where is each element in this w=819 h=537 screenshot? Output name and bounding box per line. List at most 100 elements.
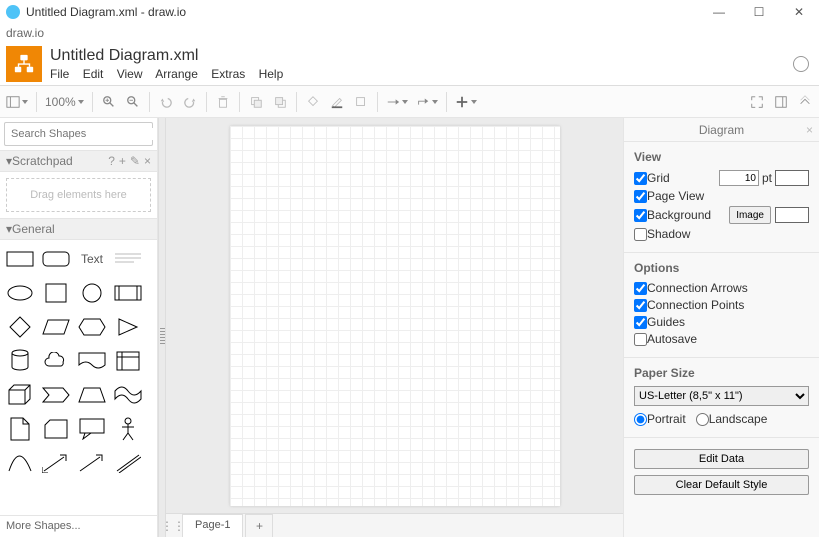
shape-hexagon[interactable] [78,317,106,337]
add-page-button[interactable]: + [245,514,273,537]
shape-triangle[interactable] [114,317,142,337]
tabs-drag-icon[interactable]: ⋮⋮ [166,519,180,533]
shape-arrow[interactable] [78,453,106,473]
paper-heading: Paper Size [634,366,809,380]
collapse-button[interactable] [793,90,817,114]
scratchpad-header[interactable]: ▾ Scratchpad ?+✎× [0,150,157,172]
general-header[interactable]: ▾ General [0,218,157,240]
undo-button[interactable] [154,90,178,114]
plus-icon[interactable]: + [119,154,126,168]
layout-dropdown[interactable] [2,90,32,114]
shape-line[interactable] [114,453,142,473]
more-shapes-button[interactable]: More Shapes... [0,515,157,537]
shape-cube[interactable] [6,385,34,405]
shape-text[interactable]: Text [78,249,106,269]
search-input[interactable] [11,128,153,140]
minimize-button[interactable]: — [699,0,739,24]
document-title: Untitled Diagram.xml [50,47,293,65]
menu-view[interactable]: View [117,67,143,81]
redo-button[interactable] [178,90,202,114]
image-button[interactable]: Image [729,206,771,224]
close-icon[interactable]: × [806,123,813,137]
splitter-left[interactable] [158,118,166,537]
menu-edit[interactable]: Edit [83,67,104,81]
page-tab[interactable]: Page-1 [182,514,243,537]
menu-help[interactable]: Help [259,67,284,81]
bg-color-swatch[interactable] [775,207,809,223]
edit-data-button[interactable]: Edit Data [634,449,809,469]
connection-button[interactable] [382,90,412,114]
close-icon[interactable]: × [144,154,151,168]
grid-color-swatch[interactable] [775,170,809,186]
shape-bidir-arrow[interactable] [42,453,70,473]
insert-button[interactable] [451,90,481,114]
format-panel-title: Diagram× [624,118,819,142]
zoom-out-button[interactable] [121,90,145,114]
title-bar: Untitled Diagram.xml - draw.io — ☐ ✕ [0,0,819,24]
waypoint-button[interactable] [412,90,442,114]
grid-checkbox[interactable] [634,172,647,185]
shape-cylinder[interactable] [6,351,34,371]
shape-square[interactable] [42,283,70,303]
shape-actor[interactable] [114,419,142,439]
shape-curve[interactable] [6,453,34,473]
shadow-button[interactable] [349,90,373,114]
shape-document[interactable] [78,351,106,371]
line-color-button[interactable] [325,90,349,114]
canvas[interactable] [166,118,623,513]
shape-internal-storage[interactable] [114,351,142,371]
help-icon[interactable]: ? [108,154,115,168]
shape-circle[interactable] [78,283,106,303]
shape-tape[interactable] [114,385,142,405]
landscape-radio[interactable] [696,413,709,426]
autosave-checkbox[interactable] [634,333,647,346]
scratchpad-dropzone[interactable]: Drag elements here [6,178,151,212]
portrait-radio[interactable] [634,413,647,426]
shape-step[interactable] [42,385,70,405]
format-panel: Diagram× View Gridpt Page View Backgroun… [623,118,819,537]
shadow-checkbox[interactable] [634,228,647,241]
background-checkbox[interactable] [634,209,647,222]
header: Untitled Diagram.xml File Edit View Arra… [0,42,819,86]
fill-color-button[interactable] [301,90,325,114]
pageview-checkbox[interactable] [634,190,647,203]
shape-rounded[interactable] [42,249,70,269]
shape-callout[interactable] [78,419,106,439]
shape-note[interactable] [6,419,34,439]
format-panel-button[interactable] [769,90,793,114]
menu-extras[interactable]: Extras [211,67,245,81]
menu-file[interactable]: File [50,67,69,81]
grid-size-input[interactable] [719,170,759,186]
conn-points-checkbox[interactable] [634,299,647,312]
shape-trapezoid[interactable] [78,385,106,405]
paper-size-select[interactable]: US-Letter (8,5" x 11") [634,386,809,406]
shape-textbox[interactable] [114,249,142,269]
conn-arrows-checkbox[interactable] [634,282,647,295]
shape-ellipse[interactable] [6,283,34,303]
to-back-button[interactable] [268,90,292,114]
delete-button[interactable] [211,90,235,114]
zoom-in-button[interactable] [97,90,121,114]
diagram-page[interactable] [230,126,560,506]
view-heading: View [634,150,809,164]
shape-rect-flat[interactable] [6,249,34,269]
clear-style-button[interactable]: Clear Default Style [634,475,809,495]
shape-parallelogram[interactable] [42,317,70,337]
fullscreen-button[interactable] [745,90,769,114]
search-shapes[interactable] [4,122,153,146]
shape-diamond[interactable] [6,317,34,337]
globe-icon[interactable] [793,56,809,72]
guides-checkbox[interactable] [634,316,647,329]
page-tabs: ⋮⋮ Page-1 + [166,513,623,537]
sidebar: ▾ Scratchpad ?+✎× Drag elements here ▾ G… [0,118,158,537]
canvas-area: ⋮⋮ Page-1 + [166,118,623,537]
close-button[interactable]: ✕ [779,0,819,24]
edit-icon[interactable]: ✎ [130,154,140,168]
shape-cloud[interactable] [42,351,70,371]
maximize-button[interactable]: ☐ [739,0,779,24]
shape-process[interactable] [114,283,142,303]
menu-arrange[interactable]: Arrange [155,67,198,81]
zoom-dropdown[interactable]: 100% [41,95,88,109]
shape-card[interactable] [42,419,70,439]
to-front-button[interactable] [244,90,268,114]
